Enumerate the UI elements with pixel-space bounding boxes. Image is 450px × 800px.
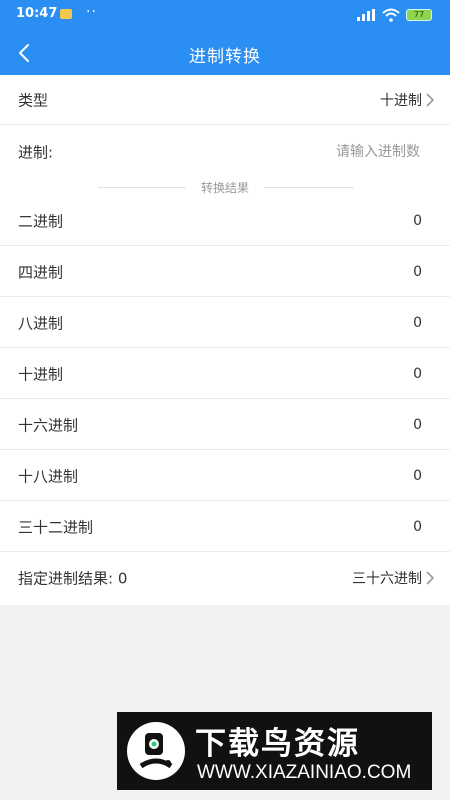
type-label: 类型	[18, 91, 49, 109]
battery-icon: 77	[406, 9, 432, 21]
result-row-base32: 三十二进制 0	[0, 502, 450, 552]
converter-panel: 类型 十进制 进制: 转换结果 二进制 0 四进制 0 八进制 0 十进制 0 …	[0, 75, 450, 605]
result-label: 十进制	[18, 365, 64, 383]
status-bar: 10:47 ·· 77	[0, 0, 450, 30]
custom-base-row[interactable]: 指定进制结果: 0 三十六进制	[0, 553, 450, 603]
custom-result-label: 指定进制结果: 0	[18, 569, 128, 588]
notification-icon	[60, 9, 72, 19]
bird-logo-icon	[127, 722, 185, 780]
type-value: 十进制	[380, 92, 422, 109]
result-value: 0	[413, 365, 422, 382]
result-label: 三十二进制	[18, 518, 94, 536]
signal-icon	[357, 9, 375, 21]
custom-base-value: 三十六进制	[352, 571, 422, 587]
number-input[interactable]	[198, 143, 422, 161]
result-value: 0	[413, 314, 422, 331]
divider-line-right	[264, 187, 354, 188]
more-notifications-icon: ··	[86, 4, 97, 20]
result-divider-label: 转换结果	[200, 181, 249, 195]
result-label: 二进制	[18, 212, 64, 230]
result-row-decimal: 十进制 0	[0, 349, 450, 399]
result-label: 十八进制	[18, 467, 79, 485]
result-label: 十六进制	[18, 416, 79, 434]
result-row-base18: 十八进制 0	[0, 451, 450, 501]
result-row-octal: 八进制 0	[0, 298, 450, 348]
result-divider: 转换结果	[0, 177, 450, 197]
result-value: 0	[413, 467, 422, 484]
result-value: 0	[413, 263, 422, 280]
chevron-right-icon	[426, 571, 435, 585]
result-label: 四进制	[18, 263, 64, 281]
result-value: 0	[413, 212, 422, 229]
result-value: 0	[413, 518, 422, 535]
result-row-base4: 四进制 0	[0, 247, 450, 297]
watermark-url: WWW.XIAZAINIAO.COM	[197, 762, 412, 783]
type-selector-row[interactable]: 类型 十进制	[0, 75, 450, 125]
watermark-title: 下载鸟资源	[195, 726, 360, 761]
status-time: 10:47	[16, 6, 58, 21]
result-label: 八进制	[18, 314, 64, 332]
result-value: 0	[413, 416, 422, 433]
result-row-binary: 二进制 0	[0, 196, 450, 246]
page-title: 进制转换	[189, 47, 261, 67]
input-label: 进制:	[18, 143, 54, 162]
watermark-banner: 下载鸟资源 WWW.XIAZAINIAO.COM	[117, 712, 432, 790]
chevron-right-icon	[426, 92, 435, 107]
app-header: 进制转换	[0, 30, 450, 75]
input-row: 进制:	[0, 127, 450, 177]
result-row-hex: 十六进制 0	[0, 400, 450, 450]
wifi-icon	[382, 8, 400, 22]
